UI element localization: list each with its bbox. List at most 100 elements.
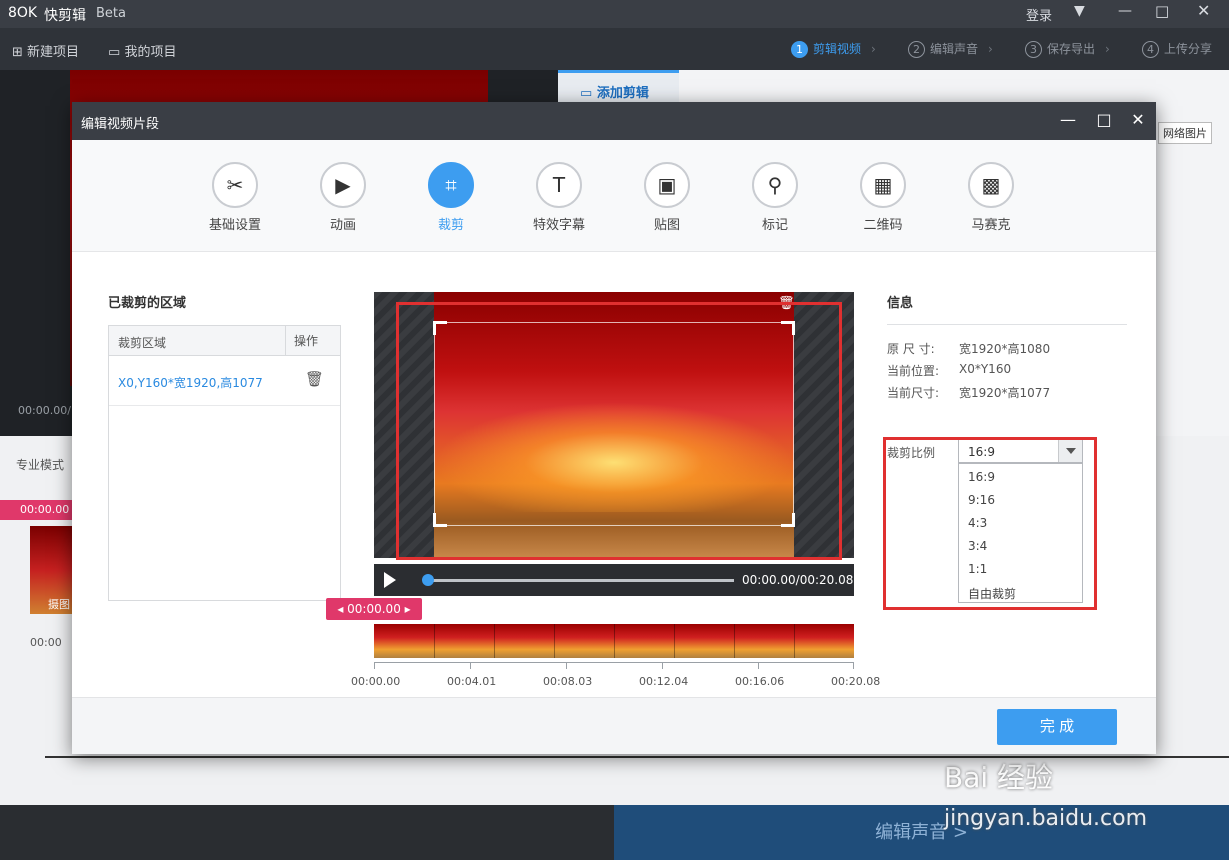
step-edit-audio[interactable]: 2 编辑声音 › bbox=[908, 40, 993, 58]
app-beta: Beta bbox=[96, 6, 126, 21]
info-key-current-size: 当前尺寸: bbox=[887, 386, 940, 400]
my-projects-button[interactable]: ▭ 我的项目 bbox=[108, 41, 176, 60]
step-number: 2 bbox=[908, 41, 925, 58]
maximize-icon[interactable]: □ bbox=[1155, 2, 1169, 20]
minimize-icon[interactable]: — bbox=[1058, 110, 1078, 130]
ruler-tick bbox=[853, 663, 854, 669]
app-logo: 8OK bbox=[8, 5, 38, 21]
playhead-time: 00:00.00 bbox=[347, 602, 401, 616]
frame-divider bbox=[554, 624, 555, 658]
tab-label: 标记 bbox=[761, 218, 788, 233]
camera-icon: ▭ bbox=[580, 86, 597, 101]
caret-left-icon: ◂ bbox=[337, 602, 348, 616]
mosaic-icon: ▩ bbox=[968, 162, 1014, 208]
dialog-title: 编辑视频片段 bbox=[81, 117, 160, 132]
step-label: 上传分享 bbox=[1164, 42, 1213, 56]
text-icon: T bbox=[536, 162, 582, 208]
chevron-right-icon: › bbox=[988, 42, 993, 56]
tab-crop[interactable]: ⌗ 裁剪 bbox=[416, 162, 486, 233]
cropped-regions-table: 裁剪区域 操作 X0,Y160*宽1920,高1077 🗑 bbox=[108, 325, 341, 601]
trash-icon[interactable]: 🗑 bbox=[305, 370, 324, 388]
watermark-url: jingyan.baidu.com bbox=[944, 806, 1148, 831]
new-project-button[interactable]: ⊞ 新建项目 bbox=[12, 41, 79, 60]
dialog-header: 编辑视频片段 — □ ✕ bbox=[72, 102, 1156, 140]
main-toolbar: ⊞ 新建项目 ▭ 我的项目 1 剪辑视频 › 2 编辑声音 › 3 保存导出 › 4 上传分享 bbox=[0, 28, 1229, 70]
ruler-label: 00:04.01 bbox=[447, 675, 497, 688]
login-link[interactable]: 登录 bbox=[1026, 5, 1052, 24]
frame-divider bbox=[434, 624, 435, 658]
tab-label: 动画 bbox=[329, 218, 356, 233]
pro-mode-label: 专业模式 bbox=[16, 458, 65, 472]
step-upload-share[interactable]: 4 上传分享 bbox=[1142, 40, 1212, 58]
tab-label: 贴图 bbox=[653, 218, 680, 233]
tab-effect-subtitle[interactable]: T 特效字幕 bbox=[524, 162, 594, 233]
step-edit-video[interactable]: 1 剪辑视频 › bbox=[791, 40, 876, 58]
tab-label: 裁剪 bbox=[437, 218, 464, 233]
frame-divider bbox=[794, 624, 795, 658]
column-header-region: 裁剪区域 bbox=[118, 336, 167, 350]
close-icon[interactable]: ✕ bbox=[1128, 110, 1148, 130]
menu-icon[interactable]: ▼ bbox=[1074, 3, 1085, 19]
crop-region-value: X0,Y160*宽1920,高1077 bbox=[118, 376, 263, 390]
new-project-label: 新建项目 bbox=[27, 45, 80, 60]
scissors-icon: ✂ bbox=[212, 162, 258, 208]
bg-clip-label: 摄图 bbox=[48, 598, 70, 611]
background-time: 00:00.00/ bbox=[18, 404, 71, 417]
add-clip-tab[interactable]: ▭ 添加剪辑 bbox=[558, 70, 679, 104]
highlight-frame-video bbox=[396, 302, 842, 560]
bg-time-marker[interactable]: 00:00.00 bbox=[0, 500, 72, 520]
tab-sticker[interactable]: ▣ 贴图 bbox=[632, 162, 702, 233]
frame-divider bbox=[494, 624, 495, 658]
ruler-label: 00:08.03 bbox=[543, 675, 593, 688]
image-icon: ▣ bbox=[644, 162, 690, 208]
tab-marker[interactable]: ⚲ 标记 bbox=[740, 162, 810, 233]
seek-track[interactable] bbox=[426, 579, 734, 582]
ruler-label: 00:16.06 bbox=[735, 675, 785, 688]
bg-zero-time: 00:00 bbox=[30, 636, 62, 649]
tab-label: 马赛克 bbox=[971, 218, 1011, 233]
tab-label: 二维码 bbox=[863, 218, 903, 233]
tab-basic-settings[interactable]: ✂ 基础设置 bbox=[200, 162, 270, 233]
cropped-regions-title: 已裁剪的区域 bbox=[108, 296, 187, 311]
info-value-current-size: 宽1920*高1077 bbox=[959, 386, 1051, 400]
step-label: 保存导出 bbox=[1047, 42, 1096, 56]
step-label: 编辑声音 bbox=[930, 42, 979, 56]
dialog-footer: 完 成 bbox=[72, 697, 1156, 754]
add-clip-label: 添加剪辑 bbox=[596, 86, 649, 101]
app-name: 快剪辑 bbox=[44, 8, 86, 24]
tab-mosaic[interactable]: ▩ 马赛克 bbox=[956, 162, 1026, 233]
info-key-position: 当前位置: bbox=[887, 364, 940, 378]
video-preview: 🗑 bbox=[374, 292, 854, 560]
chevron-right-icon: › bbox=[1105, 42, 1110, 56]
playhead-marker[interactable]: ◂ 00:00.00 ▸ bbox=[326, 598, 422, 620]
maximize-icon[interactable]: □ bbox=[1094, 110, 1114, 130]
pin-icon: ⚲ bbox=[752, 162, 798, 208]
folder-icon: ▭ bbox=[108, 45, 121, 60]
tab-label: 基础设置 bbox=[208, 218, 261, 233]
app-titlebar: 8OK 快剪辑 Beta 登录 ▼ — □ ✕ bbox=[0, 0, 1229, 28]
table-row[interactable]: X0,Y160*宽1920,高1077 🗑 bbox=[109, 356, 340, 406]
table-header: 裁剪区域 操作 bbox=[109, 326, 340, 356]
play-icon[interactable] bbox=[384, 572, 396, 588]
column-header-action: 操作 bbox=[285, 326, 318, 356]
info-title: 信息 bbox=[887, 296, 914, 311]
step-save-export[interactable]: 3 保存导出 › bbox=[1025, 40, 1110, 58]
frame-divider bbox=[734, 624, 735, 658]
step-label: 剪辑视频 bbox=[813, 42, 862, 56]
watermark-logo: Bai 经验 bbox=[944, 761, 1054, 794]
done-button[interactable]: 完 成 bbox=[997, 709, 1117, 745]
my-projects-label: 我的项目 bbox=[124, 45, 177, 60]
seek-knob[interactable] bbox=[422, 574, 434, 586]
tab-animation[interactable]: ▶ 动画 bbox=[308, 162, 378, 233]
info-value-original-size: 宽1920*高1080 bbox=[959, 342, 1051, 356]
chevron-right-icon: › bbox=[871, 42, 876, 56]
ruler-label: 00:20.08 bbox=[831, 675, 881, 688]
tab-qrcode[interactable]: ▦ 二维码 bbox=[848, 162, 918, 233]
minimize-icon[interactable]: — bbox=[1118, 3, 1132, 19]
highlight-frame-ratio bbox=[883, 437, 1097, 610]
tab-label: 特效字幕 bbox=[532, 218, 585, 233]
info-divider bbox=[887, 324, 1127, 325]
close-icon[interactable]: ✕ bbox=[1197, 1, 1210, 20]
network-image-button[interactable]: 网络图片 bbox=[1158, 122, 1212, 144]
filmstrip[interactable] bbox=[374, 624, 854, 658]
